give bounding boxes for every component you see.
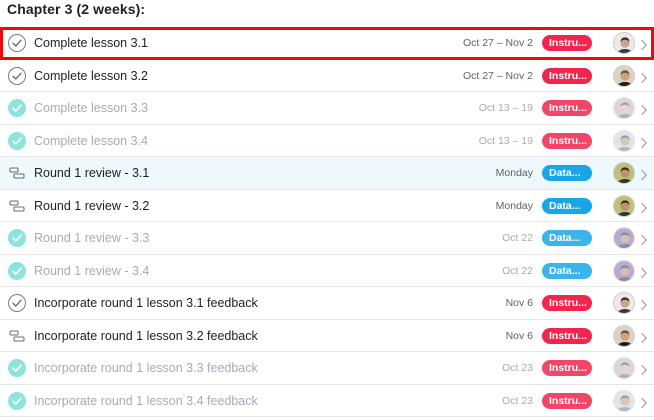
task-row[interactable]: Incorporate round 1 lesson 3.3 feedback O… xyxy=(0,352,654,385)
section-header: Chapter 3 (2 weeks): xyxy=(7,1,146,17)
checkmark-filled-icon[interactable] xyxy=(8,131,26,150)
task-name[interactable]: Round 1 review - 3.1 xyxy=(34,166,149,180)
task-status[interactable] xyxy=(8,197,26,215)
chevron-right-icon[interactable] xyxy=(640,168,648,181)
chevron-right-icon[interactable] xyxy=(640,266,648,278)
assignee-avatar[interactable] xyxy=(613,162,635,184)
tag-badge[interactable]: Instru... xyxy=(542,392,592,409)
task-status[interactable] xyxy=(8,229,26,247)
chevron-right-icon[interactable] xyxy=(640,103,648,116)
tag-badge[interactable]: Instru... xyxy=(542,327,592,344)
task-row[interactable]: Incorporate round 1 lesson 3.4 feedback O… xyxy=(0,385,654,417)
due-date[interactable]: Nov 6 xyxy=(506,297,533,309)
task-status[interactable] xyxy=(8,164,26,182)
task-status[interactable] xyxy=(8,99,26,117)
task-row[interactable]: Incorporate round 1 lesson 3.2 feedback N… xyxy=(0,320,654,352)
milestone-icon[interactable] xyxy=(8,164,26,182)
tag-badge[interactable]: Data... xyxy=(542,165,592,181)
checkmark-outline-icon[interactable] xyxy=(8,294,26,312)
task-status[interactable] xyxy=(8,261,26,280)
assignee-avatar[interactable] xyxy=(613,357,635,379)
assignee-avatar[interactable] xyxy=(613,292,635,314)
task-row[interactable]: Complete lesson 3.1 Oct 27 – Nov 2 Instru.… xyxy=(0,27,654,60)
task-name[interactable]: Incorporate round 1 lesson 3.3 feedback xyxy=(34,361,258,375)
due-date[interactable]: Oct 27 – Nov 2 xyxy=(463,37,533,49)
due-date[interactable]: Oct 23 xyxy=(502,362,533,374)
chevron-right-icon[interactable] xyxy=(640,331,648,343)
assignee-avatar[interactable] xyxy=(613,324,635,347)
task-name[interactable]: Complete lesson 3.2 xyxy=(34,69,148,83)
checkmark-filled-icon[interactable] xyxy=(8,391,26,410)
due-date[interactable]: Oct 22 xyxy=(502,265,533,277)
tag-badge[interactable]: Instru... xyxy=(542,35,592,51)
task-status[interactable] xyxy=(8,66,26,85)
chevron-right-icon[interactable] xyxy=(640,201,648,213)
task-status[interactable] xyxy=(8,359,26,377)
tag-badge[interactable]: Data... xyxy=(542,230,592,246)
tag-badge[interactable]: Instru... xyxy=(542,132,592,149)
task-status[interactable] xyxy=(8,131,26,150)
task-name[interactable]: Incorporate round 1 lesson 3.1 feedback xyxy=(34,296,258,310)
tag-badge[interactable]: Instru... xyxy=(542,360,592,376)
assignee-avatar[interactable] xyxy=(613,227,635,249)
assignee-avatar[interactable] xyxy=(613,194,635,217)
task-name[interactable]: Incorporate round 1 lesson 3.2 feedback xyxy=(34,329,258,343)
due-date[interactable]: Oct 23 xyxy=(502,395,533,407)
task-name[interactable]: Round 1 review - 3.3 xyxy=(34,231,149,245)
task-row[interactable]: Round 1 review - 3.3 Oct 22 Data... xyxy=(0,222,654,255)
tag-badge[interactable]: Data... xyxy=(542,197,592,214)
chevron-right-icon[interactable] xyxy=(640,136,648,148)
task-row[interactable]: Round 1 review - 3.1 Monday Data... xyxy=(0,157,654,190)
due-date[interactable]: Oct 13 – 19 xyxy=(479,102,533,114)
milestone-icon[interactable] xyxy=(8,327,26,345)
due-date[interactable]: Monday xyxy=(496,200,533,212)
checkmark-outline-icon[interactable] xyxy=(8,34,26,52)
assignee-avatar[interactable] xyxy=(613,32,635,54)
chevron-right-icon[interactable] xyxy=(640,396,648,408)
task-row[interactable]: Complete lesson 3.4 Oct 13 – 19 Instru... xyxy=(0,125,654,157)
chevron-right-icon[interactable] xyxy=(640,71,648,83)
task-name[interactable]: Incorporate round 1 lesson 3.4 feedback xyxy=(34,394,258,408)
checkmark-filled-icon[interactable] xyxy=(8,99,26,117)
due-date[interactable]: Nov 6 xyxy=(506,330,533,342)
task-row[interactable]: Round 1 review - 3.2 Monday Data... xyxy=(0,190,654,222)
due-date[interactable]: Oct 13 – 19 xyxy=(479,135,533,147)
task-name[interactable]: Round 1 review - 3.2 xyxy=(34,199,149,213)
task-row[interactable]: Complete lesson 3.3 Oct 13 – 19 Instru... xyxy=(0,92,654,125)
assignee-avatar[interactable] xyxy=(613,389,635,412)
chevron-right-icon[interactable] xyxy=(640,363,648,376)
chevron-right-icon[interactable] xyxy=(640,298,648,311)
task-status[interactable] xyxy=(8,34,26,52)
task-list: Complete lesson 3.1 Oct 27 – Nov 2 Instru.… xyxy=(0,27,654,417)
task-status[interactable] xyxy=(8,327,26,345)
checkmark-filled-icon[interactable] xyxy=(8,229,26,247)
chevron-right-icon[interactable] xyxy=(640,38,648,51)
tag-badge[interactable]: Instru... xyxy=(542,67,592,84)
tag-badge[interactable]: Instru... xyxy=(542,100,592,116)
assignee-avatar[interactable] xyxy=(613,64,635,87)
task-name[interactable]: Complete lesson 3.4 xyxy=(34,134,148,148)
task-row[interactable]: Incorporate round 1 lesson 3.1 feedback N… xyxy=(0,287,654,320)
assignee-avatar[interactable] xyxy=(613,97,635,119)
tag-badge[interactable]: Data... xyxy=(542,262,592,279)
task-status[interactable] xyxy=(8,294,26,312)
chevron-right-icon[interactable] xyxy=(640,233,648,246)
checkmark-outline-icon[interactable] xyxy=(8,66,26,85)
due-date[interactable]: Monday xyxy=(496,167,533,179)
task-status[interactable] xyxy=(8,391,26,410)
assignee-avatar[interactable] xyxy=(613,259,635,282)
task-name[interactable]: Complete lesson 3.3 xyxy=(34,101,148,115)
checkmark-filled-icon[interactable] xyxy=(8,359,26,377)
checkmark-filled-icon[interactable] xyxy=(8,261,26,280)
assignee-avatar[interactable] xyxy=(613,129,635,152)
tag-badge[interactable]: Instru... xyxy=(542,295,592,311)
task-name[interactable]: Complete lesson 3.1 xyxy=(34,36,148,50)
due-date[interactable]: Oct 22 xyxy=(502,232,533,244)
task-name[interactable]: Round 1 review - 3.4 xyxy=(34,264,149,278)
due-date[interactable]: Oct 27 – Nov 2 xyxy=(463,70,533,82)
milestone-icon[interactable] xyxy=(8,197,26,215)
task-row[interactable]: Complete lesson 3.2 Oct 27 – Nov 2 Instru.… xyxy=(0,60,654,92)
task-row[interactable]: Round 1 review - 3.4 Oct 22 Data... xyxy=(0,255,654,287)
